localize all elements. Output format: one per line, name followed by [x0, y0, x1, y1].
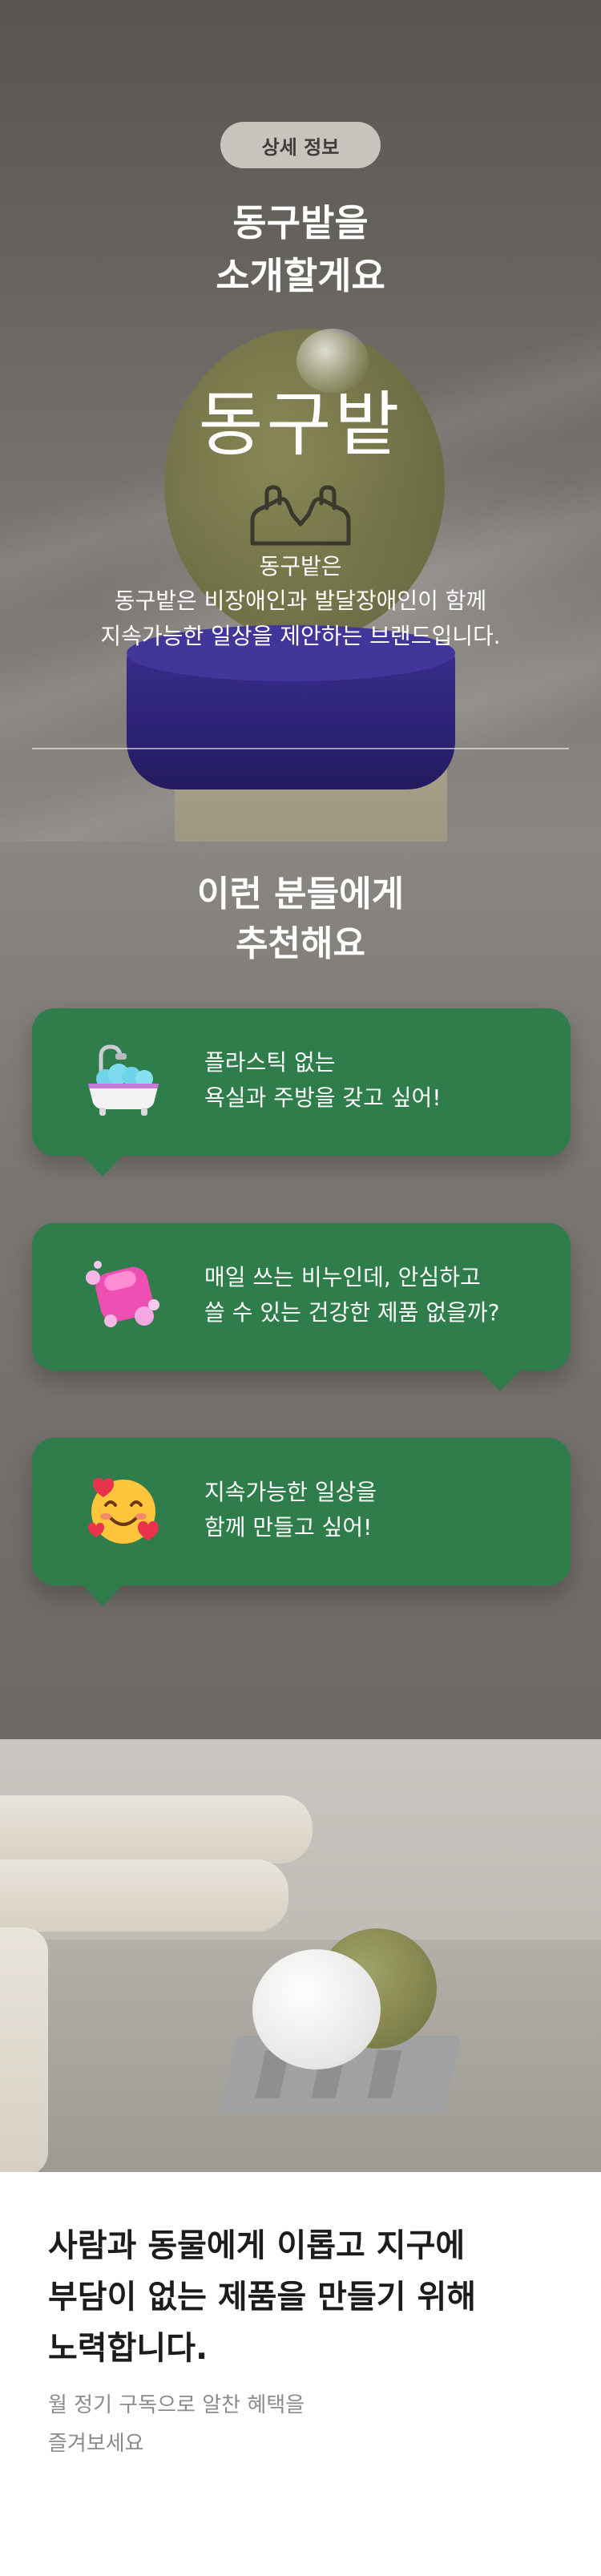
closing-section: 사람과 동물에게 이롭고 지구에 부담이 없는 제품을 만들기 위해 노력합니다… — [0, 2172, 601, 2576]
towel-image — [0, 1795, 313, 1863]
brand-name: 동구밭은 — [259, 553, 342, 579]
recommend-card-line: 함께 만들고 싶어! — [204, 1514, 373, 1540]
closing-title-line: 사람과 동물에게 이롭고 지구에 — [48, 2227, 466, 2264]
intro-title-line: 동구밭을 — [232, 201, 369, 244]
towel-image — [0, 1928, 48, 2172]
speech-tail — [82, 1154, 123, 1177]
brand-logo: 동구밭 — [198, 383, 403, 466]
closing-title-line: 노력합니다. — [48, 2330, 208, 2367]
intro-title: 동구밭을 소개할게요 — [0, 196, 601, 302]
soap-bubbles-icon — [86, 1261, 159, 1327]
brand-description-line: 지속가능한 일상을 제안하는 브랜드입니다. — [100, 623, 501, 649]
section-divider — [32, 748, 569, 749]
brand-description-line: 동구밭은 비장애인과 발달장애인이 함께 — [114, 587, 487, 614]
speech-tail — [82, 1584, 123, 1606]
recommend-card-line: 쓸 수 있는 건강한 제품 없을까? — [204, 1299, 500, 1326]
soap-dish-photo — [0, 1739, 601, 2172]
towel-image — [0, 1859, 288, 1932]
recommend-card-line: 매일 쓰는 비누인데, 안심하고 — [204, 1264, 481, 1290]
pinky-promise-icon — [250, 485, 351, 546]
closing-title-line: 부담이 없는 제품을 만들기 위해 — [48, 2279, 477, 2316]
recommend-card-line: 플라스틱 없는 — [204, 1049, 336, 1076]
recommend-card-line: 지속가능한 일상을 — [204, 1479, 377, 1505]
speech-tail — [479, 1369, 521, 1391]
closing-subtitle-line: 즐겨보세요 — [48, 2432, 144, 2456]
closing-subtitle: 월 정기 구독으로 알찬 혜택을 즐겨보세요 — [48, 2386, 569, 2463]
recommend-card-text: 매일 쓰는 비누인데, 안심하고 쓸 수 있는 건강한 제품 없을까? — [204, 1260, 557, 1330]
recommend-section: 이런 분들에게 추천해요 플라스틱 없는 욕실과 주방을 갖고 싶어! 매일 쓰… — [0, 842, 601, 1739]
recommend-title-line: 이런 분들에게 — [196, 874, 405, 915]
recommend-card: 매일 쓰는 비누인데, 안심하고 쓸 수 있는 건강한 제품 없을까? — [32, 1223, 571, 1391]
recommend-card: 플라스틱 없는 욕실과 주방을 갖고 싶어! — [32, 1008, 571, 1177]
intro-title-line: 소개할게요 — [216, 254, 385, 297]
closing-title: 사람과 동물에게 이롭고 지구에 부담이 없는 제품을 만들기 위해 노력합니다… — [48, 2220, 569, 2374]
recommend-card-line: 욕실과 주방을 갖고 싶어! — [204, 1084, 442, 1111]
white-soap-image — [252, 1949, 381, 2069]
bathtub-icon — [88, 1044, 159, 1116]
smiling-face-hearts-icon — [88, 1478, 159, 1544]
detail-info-badge: 상세 정보 — [220, 122, 381, 168]
recommend-card-text: 플라스틱 없는 욕실과 주방을 갖고 싶어! — [204, 1045, 557, 1116]
recommend-card-text: 지속가능한 일상을 함께 만들고 싶어! — [204, 1475, 557, 1545]
product-detail-page: 상세 정보 동구밭을 소개할게요 동구밭 동구밭은 동구밭은 비장애인과 발달장… — [0, 0, 601, 2576]
recommend-title: 이런 분들에게 추천해요 — [0, 870, 601, 969]
brand-intro-section: 상세 정보 동구밭을 소개할게요 동구밭 동구밭은 동구밭은 비장애인과 발달장… — [0, 0, 601, 842]
recommend-card: 지속가능한 일상을 함께 만들고 싶어! — [32, 1438, 571, 1606]
recommend-title-line: 추천해요 — [236, 923, 365, 964]
dish-slot — [367, 2050, 402, 2098]
brand-description: 동구밭은 비장애인과 발달장애인이 함께 지속가능한 일상을 제안하는 브랜드입… — [0, 583, 601, 654]
closing-subtitle-line: 월 정기 구독으로 알찬 혜택을 — [48, 2393, 305, 2417]
